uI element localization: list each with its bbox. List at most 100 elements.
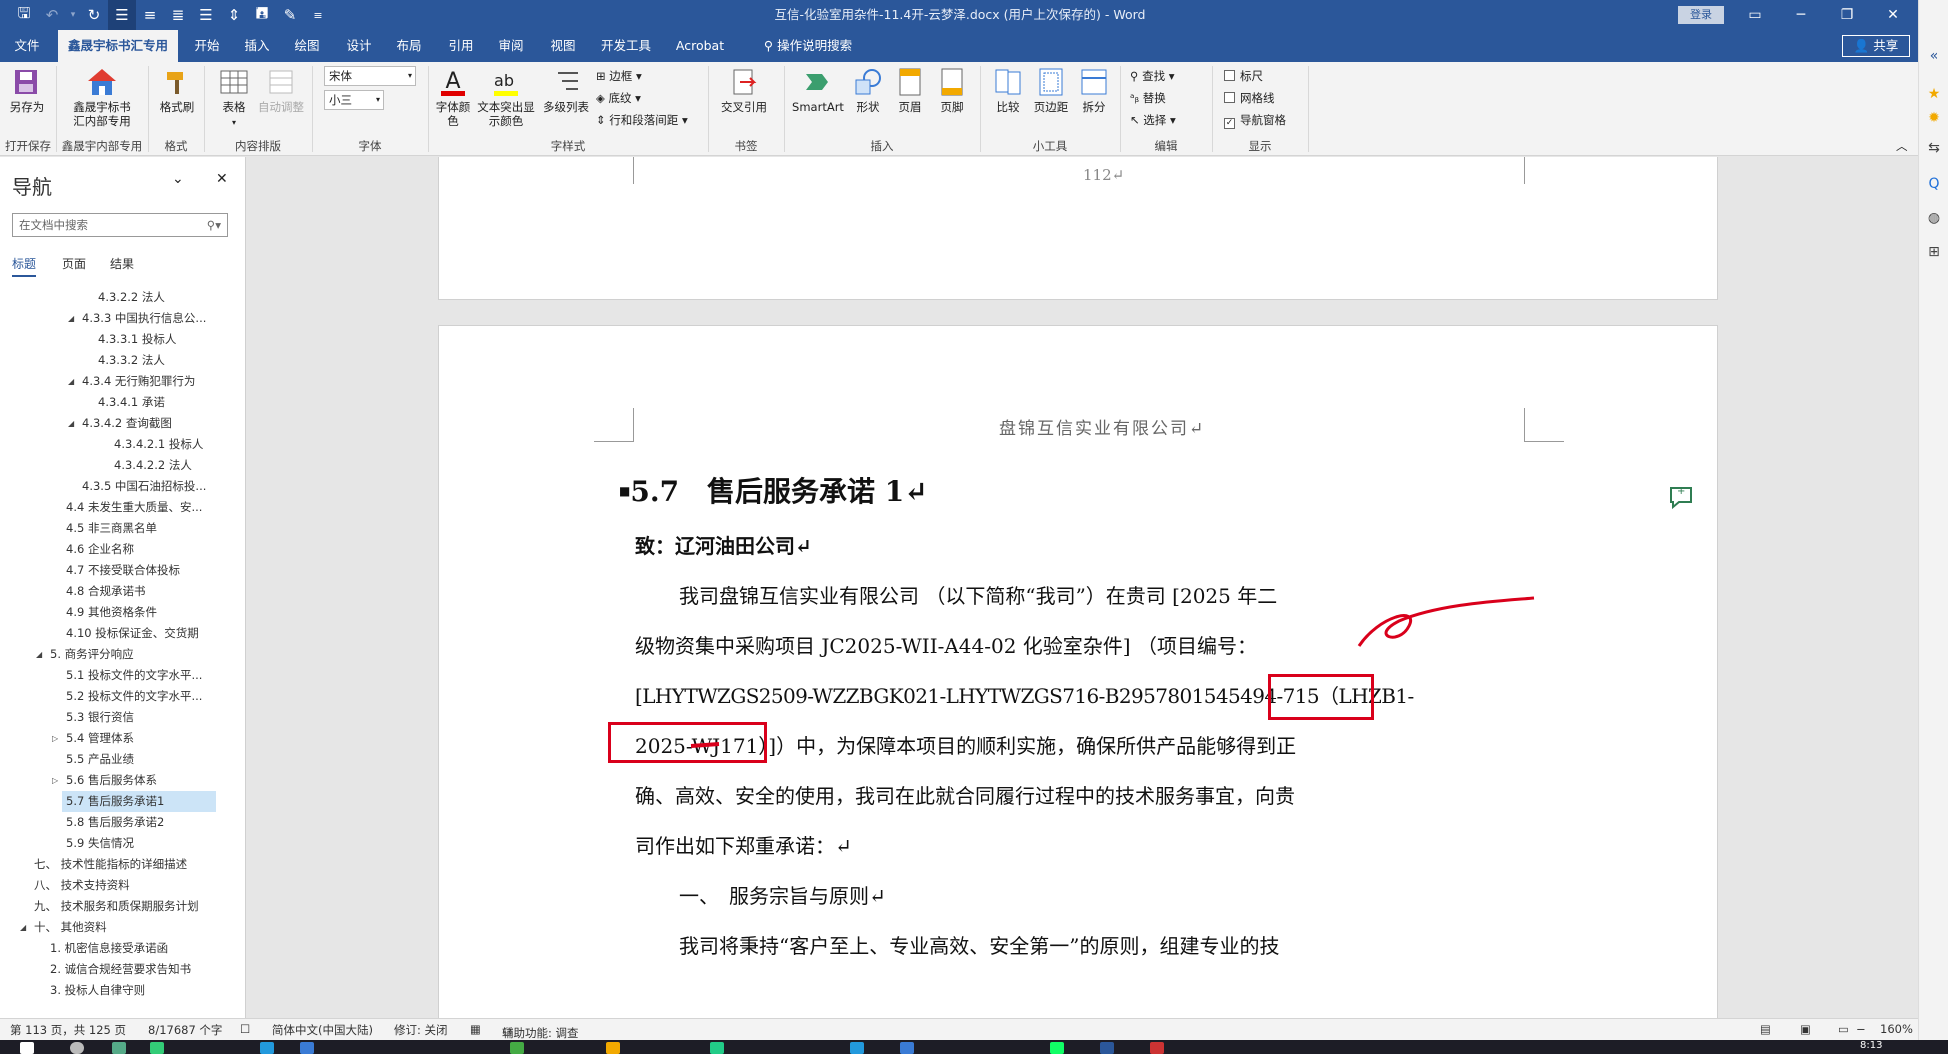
tab-view[interactable]: 视图: [540, 30, 586, 62]
nav-heading-item[interactable]: 九、 技术服务和质保期服务计划: [30, 896, 199, 917]
comment-icon[interactable]: +: [1667, 484, 1695, 510]
nav-heading-item[interactable]: 4.8 合规承诺书: [62, 581, 145, 602]
nav-heading-item[interactable]: 4.3.3 中国执行信息公...: [78, 308, 206, 329]
nav-heading-item[interactable]: 七、 技术性能指标的详细描述: [30, 854, 187, 875]
collapse-arrow-icon[interactable]: ◢: [20, 923, 26, 932]
tab-insert[interactable]: 插入: [234, 30, 280, 62]
expand-arrow-icon[interactable]: ▷: [52, 734, 58, 743]
nav-heading-item[interactable]: 4.3.4 无行贿犯罪行为: [78, 371, 195, 392]
wechat-icon[interactable]: [710, 1042, 724, 1054]
minimize-button[interactable]: ─: [1778, 0, 1824, 30]
nav-heading-item[interactable]: 4.3.2.2 法人: [94, 287, 165, 308]
app-icon[interactable]: [1150, 1042, 1164, 1054]
zoom-out-icon[interactable]: −: [1856, 1022, 1866, 1036]
tell-me-search[interactable]: ⚲ 操作说明搜索: [748, 30, 868, 62]
tab-acrobat[interactable]: Acrobat: [670, 30, 730, 62]
nav-heading-item[interactable]: 4.10 投标保证金、交货期: [62, 623, 199, 644]
nav-heading-item[interactable]: 4.3.3.1 投标人: [94, 329, 176, 350]
nav-heading-item[interactable]: 4.3.4.2 查询截图: [78, 413, 172, 434]
search-icon[interactable]: [70, 1042, 84, 1054]
shading-button[interactable]: ◈ 底纹 ▾: [596, 88, 641, 108]
bulb-icon[interactable]: ✹: [1919, 110, 1948, 126]
collapse-arrow-icon[interactable]: ◢: [68, 377, 74, 386]
save-as-icon[interactable]: 🖪: [248, 0, 276, 30]
chevron-left-icon[interactable]: «: [1919, 48, 1948, 64]
shapes-button[interactable]: 形状: [848, 66, 888, 114]
nav-heading-item[interactable]: 5.6 售后服务体系: [62, 770, 157, 791]
margins-button[interactable]: 页边距: [1030, 66, 1072, 114]
nav-heading-item[interactable]: 4.3.4.2.1 投标人: [110, 434, 203, 455]
nav-heading-item[interactable]: 十、 其他资料: [30, 917, 107, 938]
compare-button[interactable]: 比较: [988, 66, 1028, 114]
tab-file[interactable]: 文件: [0, 30, 54, 62]
gridlines-checkbox[interactable]: 网格线: [1224, 88, 1275, 108]
globe-icon[interactable]: ◍: [1919, 210, 1948, 226]
q-icon[interactable]: Q: [1919, 176, 1948, 192]
nav-tab-results[interactable]: 结果: [110, 255, 134, 272]
nav-heading-item[interactable]: 4.4 未发生重大质量、安...: [62, 497, 202, 518]
tab-design[interactable]: 设计: [336, 30, 382, 62]
excel-icon[interactable]: [1050, 1042, 1064, 1054]
replace-button[interactable]: ᵃᵦ 替换: [1130, 88, 1166, 108]
split-button[interactable]: 拆分: [1074, 66, 1114, 114]
save-as-button[interactable]: 另存为: [4, 66, 50, 114]
multilevel-list-button[interactable]: 多级列表: [540, 66, 592, 114]
footer-button[interactable]: 页脚: [932, 66, 972, 114]
nav-heading-item[interactable]: 4.3.5 中国石油招标投...: [78, 476, 206, 497]
nav-heading-item[interactable]: 4.3.3.2 法人: [94, 350, 165, 371]
justify-icon[interactable]: ☰: [192, 0, 220, 30]
customize-qat-icon[interactable]: ≡: [304, 0, 332, 30]
tab-references[interactable]: 引用: [438, 30, 484, 62]
language[interactable]: 简体中文(中国大陆): [272, 1022, 373, 1038]
redo-icon[interactable]: ↻: [80, 0, 108, 30]
align-right-icon[interactable]: ≣: [164, 0, 192, 30]
word-count[interactable]: 8/17687 个字: [148, 1022, 222, 1038]
nav-heading-item[interactable]: 5.2 投标文件的文字水平...: [62, 686, 202, 707]
tab-home[interactable]: 开始: [184, 30, 230, 62]
nav-heading-item[interactable]: 5.7 售后服务承诺1: [62, 791, 216, 812]
collapse-arrow-icon[interactable]: ◢: [36, 650, 42, 659]
nav-heading-item[interactable]: 4.3.4.2.2 法人: [110, 455, 192, 476]
swap-icon[interactable]: ⇆: [1919, 140, 1948, 156]
collapse-ribbon-icon[interactable]: ︿: [1896, 136, 1908, 156]
nav-heading-item[interactable]: 2. 诚信合规经营要求告知书: [46, 959, 191, 980]
app-icon[interactable]: [260, 1042, 274, 1054]
app-icon[interactable]: [112, 1042, 126, 1054]
star-icon[interactable]: ★: [1919, 86, 1948, 102]
expand-arrow-icon[interactable]: ▷: [52, 776, 58, 785]
nav-heading-item[interactable]: 4.5 非三商黑名单: [62, 518, 157, 539]
proofing-icon[interactable]: ☐: [240, 1022, 250, 1036]
xsy-tender-button[interactable]: 鑫晟宇标书 汇内部专用: [64, 66, 140, 128]
align-center-icon[interactable]: ≡: [136, 0, 164, 30]
ribbon-display-options-icon[interactable]: ▭: [1732, 0, 1778, 30]
align-left-icon[interactable]: ☰: [108, 0, 136, 30]
sign-in-button[interactable]: 登录: [1678, 6, 1724, 24]
app-icon[interactable]: [850, 1042, 864, 1054]
close-icon[interactable]: ✕: [216, 171, 228, 187]
track-changes[interactable]: 修订: 关闭: [394, 1022, 448, 1038]
share-button[interactable]: 👤 共享: [1842, 35, 1910, 57]
font-color-button[interactable]: A 字体颜色: [432, 66, 474, 128]
nav-heading-item[interactable]: 八、 技术支持资料: [30, 875, 130, 896]
chevron-down-icon[interactable]: ⌄: [172, 171, 184, 187]
header-button[interactable]: 页眉: [890, 66, 930, 114]
border-button[interactable]: ⊞ 边框 ▾: [596, 66, 642, 86]
start-icon[interactable]: [20, 1042, 34, 1054]
nav-heading-item[interactable]: 5.4 管理体系: [62, 728, 134, 749]
nav-search-input[interactable]: 在文档中搜索 ⚲▾: [12, 213, 228, 237]
nav-heading-item[interactable]: 4.3.4.1 承诺: [94, 392, 165, 413]
collapse-arrow-icon[interactable]: ◢: [68, 314, 74, 323]
tab-review[interactable]: 审阅: [488, 30, 534, 62]
read-mode-icon[interactable]: ▤: [1760, 1022, 1771, 1036]
web-layout-icon[interactable]: ▭: [1838, 1022, 1849, 1036]
nav-tab-headings[interactable]: 标题: [12, 255, 37, 277]
document-area[interactable]: 112↵ 盘锦互信实业有限公司↵ ■5.7 售后服务承诺 1↵ 致：辽河油田公司…: [247, 157, 1918, 1018]
undo-icon[interactable]: ↶: [38, 0, 66, 30]
print-layout-icon[interactable]: ▣: [1800, 1022, 1811, 1036]
collapse-arrow-icon[interactable]: ◢: [68, 419, 74, 428]
app-icon[interactable]: [900, 1042, 914, 1054]
nav-heading-item[interactable]: 4.6 企业名称: [62, 539, 134, 560]
page-count[interactable]: 第 113 页，共 125 页: [10, 1022, 126, 1038]
nav-heading-item[interactable]: 5.5 产品业绩: [62, 749, 134, 770]
undo-dropdown-icon[interactable]: ▾: [66, 0, 80, 30]
